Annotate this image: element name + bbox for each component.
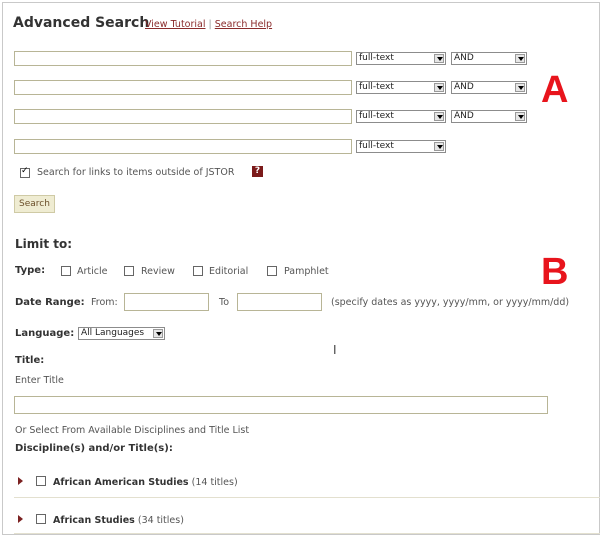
enter-title-label: Enter Title	[15, 375, 64, 386]
chevron-down-icon	[515, 83, 525, 92]
link-separator: |	[208, 19, 212, 30]
discipline-item-2[interactable]: African Studies (34 titles)	[53, 515, 184, 526]
operator-select-3[interactable]: AND	[451, 110, 527, 123]
type-pamphlet-label: Pamphlet	[284, 266, 329, 277]
discipline-count: (34 titles)	[137, 515, 184, 526]
page-title: Advanced Search	[13, 15, 150, 31]
date-to-input[interactable]	[237, 293, 322, 311]
date-range-label: Date Range:	[15, 297, 85, 308]
discipline-name: African American Studies	[53, 477, 189, 488]
chevron-down-icon	[434, 142, 444, 151]
disciplines-label: Discipline(s) and/or Title(s):	[15, 443, 173, 454]
date-from-label: From:	[91, 297, 118, 308]
or-select-text: Or Select From Available Disciplines and…	[15, 425, 250, 436]
date-from-input[interactable]	[124, 293, 209, 311]
operator-select-1[interactable]: AND	[451, 52, 527, 65]
field-select-1[interactable]: full-text	[356, 52, 446, 65]
type-review-checkbox[interactable]	[124, 266, 134, 276]
chevron-down-icon	[434, 112, 444, 121]
expand-arrow-icon[interactable]	[18, 515, 23, 523]
discipline-item-1[interactable]: African American Studies (14 titles)	[53, 477, 238, 488]
field-select-2[interactable]: full-text	[356, 81, 446, 94]
divider	[14, 497, 600, 498]
chevron-down-icon	[153, 329, 163, 338]
expand-arrow-icon[interactable]	[18, 477, 23, 485]
search-button[interactable]: Search	[14, 195, 55, 213]
chevron-down-icon	[515, 112, 525, 121]
outside-links-checkbox[interactable]: ✓	[20, 166, 30, 178]
type-pamphlet-checkbox[interactable]	[267, 266, 277, 276]
date-to-label: To	[219, 297, 230, 308]
discipline-checkbox-1[interactable]	[36, 476, 46, 486]
checkmark-icon: ✓	[21, 166, 29, 176]
chevron-down-icon	[434, 54, 444, 63]
language-select[interactable]: All Languages	[78, 327, 165, 340]
discipline-name: African Studies	[53, 515, 135, 526]
type-label: Type:	[15, 265, 46, 276]
date-format-hint: (specify dates as yyyy, yyyy/mm, or yyyy…	[331, 297, 570, 308]
discipline-count: (14 titles)	[191, 477, 238, 488]
type-editorial-label: Editorial	[209, 266, 249, 277]
field-select-4[interactable]: full-text	[356, 140, 446, 153]
help-icon[interactable]: ?	[252, 166, 263, 177]
divider	[14, 533, 600, 534]
type-review-label: Review	[141, 266, 175, 277]
text-cursor-icon: I	[333, 343, 337, 357]
title-label: Title:	[15, 355, 45, 366]
language-label: Language:	[15, 328, 75, 339]
view-tutorial-link[interactable]: View Tutorial	[145, 19, 206, 30]
limit-heading: Limit to:	[15, 237, 73, 251]
search-term-input-2[interactable]	[14, 80, 352, 95]
chevron-down-icon	[434, 83, 444, 92]
type-article-label: Article	[77, 266, 108, 277]
search-term-input-3[interactable]	[14, 109, 352, 124]
search-term-input-1[interactable]	[14, 51, 352, 66]
title-input[interactable]	[14, 396, 548, 414]
search-term-input-4[interactable]	[14, 139, 352, 154]
chevron-down-icon	[515, 54, 525, 63]
header-links: View Tutorial | Search Help	[145, 19, 272, 30]
annotation-a: A	[541, 69, 569, 111]
outside-links-label: Search for links to items outside of JST…	[37, 167, 235, 178]
type-article-checkbox[interactable]	[61, 266, 71, 276]
type-editorial-checkbox[interactable]	[193, 266, 203, 276]
annotation-b: B	[541, 251, 569, 293]
operator-select-2[interactable]: AND	[451, 81, 527, 94]
discipline-checkbox-2[interactable]	[36, 514, 46, 524]
search-help-link[interactable]: Search Help	[215, 19, 272, 30]
field-select-3[interactable]: full-text	[356, 110, 446, 123]
